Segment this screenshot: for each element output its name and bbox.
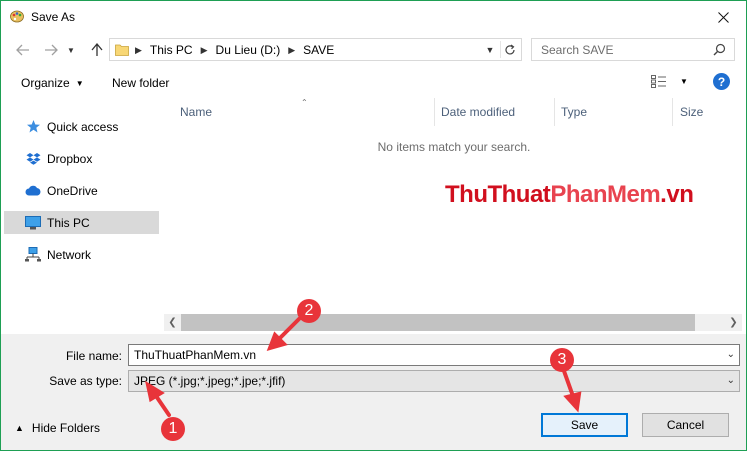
network-icon [25, 247, 41, 263]
chevron-down-icon: ▼ [680, 77, 688, 86]
filename-value: ThuThuatPhanMem.vn [134, 348, 257, 362]
up-button[interactable] [87, 41, 107, 59]
watermark-part: PhanMem [550, 181, 661, 208]
sidebar-item-quick-access[interactable]: Quick access [4, 115, 159, 138]
breadcrumb-sep[interactable]: ▶ [201, 45, 208, 56]
save-options-panel: File name: ThuThuatPhanMem.vn ⌄ Save as … [1, 334, 746, 450]
organize-label: Organize [21, 76, 70, 90]
chevron-down-icon[interactable]: ⌄ [727, 375, 735, 386]
cancel-button[interactable]: Cancel [642, 413, 729, 437]
scrollbar-thumb[interactable] [181, 314, 695, 331]
folder-icon [115, 44, 129, 56]
column-header-name[interactable]: Name [180, 98, 212, 126]
paint-palette-icon [10, 10, 24, 23]
change-view-button[interactable]: ▼ [651, 75, 688, 88]
filetype-label: Save as type: [49, 374, 122, 388]
watermark: ThuThuatPhanMem.vn [445, 181, 694, 209]
scroll-left-icon[interactable]: ❮ [164, 314, 181, 331]
breadcrumb-drive[interactable]: Du Lieu (D:) [216, 43, 281, 57]
sidebar-item-label: This PC [47, 215, 90, 230]
annotation-badge-2: 2 [297, 299, 321, 323]
sidebar-item-network[interactable]: Network [4, 243, 159, 266]
chevron-down-icon: ▼ [67, 45, 75, 55]
horizontal-scrollbar[interactable]: ❮ ❯ [164, 314, 742, 331]
close-icon [717, 11, 729, 23]
column-header-size[interactable]: Size [680, 98, 703, 126]
breadcrumb-sep[interactable]: ▶ [288, 45, 295, 56]
filename-label: File name: [65, 349, 122, 363]
column-divider[interactable] [672, 98, 673, 126]
breadcrumb-this-pc[interactable]: This PC [150, 43, 193, 57]
arrow-up-icon [91, 43, 103, 56]
dropbox-icon [25, 151, 41, 167]
sidebar-item-label: OneDrive [47, 183, 98, 198]
sidebar-item-label: Quick access [47, 119, 119, 134]
search-placeholder: Search SAVE [541, 43, 614, 57]
watermark-part: ThuThuat [445, 181, 551, 208]
breadcrumb: ▶ This PC ▶ Du Lieu (D:) ▶ SAVE [135, 43, 334, 57]
chevron-up-icon: ▲ [15, 423, 24, 433]
title-bar: Save As [1, 1, 746, 33]
close-button[interactable] [700, 1, 746, 33]
column-header-date-modified[interactable]: Date modified [441, 98, 515, 126]
column-header-type[interactable]: Type [561, 98, 587, 126]
save-as-dialog: Save As ▼ ▶ This PC ▶ Du Lieu (D:) ▶ SAV… [0, 0, 747, 451]
arrow-left-icon [16, 44, 29, 56]
organize-button[interactable]: Organize ▼ [21, 76, 84, 90]
cloud-icon [25, 183, 41, 199]
save-button[interactable]: Save [541, 413, 628, 437]
chevron-down-icon: ▼ [75, 78, 84, 88]
toolbar: Organize ▼ New folder ▼ ? [1, 69, 746, 97]
search-icon [713, 43, 726, 56]
sidebar-item-label: Network [47, 247, 92, 262]
breadcrumb-sep[interactable]: ▶ [135, 45, 142, 56]
annotation-badge-1: 1 [161, 417, 185, 441]
address-dropdown-button[interactable]: ▼ [483, 43, 497, 57]
scroll-right-icon[interactable]: ❯ [725, 314, 742, 331]
window-title: Save As [31, 10, 76, 24]
hide-folders-button[interactable]: ▲ Hide Folders [15, 421, 100, 435]
filetype-value: JPEG (*.jpg;*.jpeg;*.jpe;*.jfif) [134, 374, 286, 388]
refresh-button[interactable] [500, 41, 518, 58]
annotation-badge-3: 3 [550, 348, 574, 372]
hide-folders-label: Hide Folders [31, 421, 100, 435]
file-list: ⌃ Name Date modified Type Size No items … [164, 98, 742, 334]
column-divider[interactable] [554, 98, 555, 126]
help-icon[interactable]: ? [713, 73, 730, 90]
forward-button[interactable] [41, 41, 61, 59]
arrow-right-icon [45, 44, 58, 56]
sidebar-item-label: Dropbox [47, 151, 93, 166]
watermark-part: .vn [660, 181, 694, 208]
new-folder-button[interactable]: New folder [112, 76, 169, 90]
chevron-down-icon: ▼ [485, 45, 495, 55]
sidebar-item-dropbox[interactable]: Dropbox [4, 147, 159, 170]
details-view-icon [651, 75, 666, 88]
search-input[interactable]: Search SAVE [531, 38, 735, 61]
sidebar-item-this-pc[interactable]: This PC [4, 211, 159, 234]
chevron-down-icon[interactable]: ⌄ [727, 349, 735, 360]
empty-state-message: No items match your search. [377, 140, 531, 154]
recent-locations-button[interactable]: ▼ [65, 41, 77, 59]
refresh-icon [504, 44, 515, 54]
back-button[interactable] [13, 41, 33, 59]
column-divider[interactable] [434, 98, 435, 126]
star-icon [25, 119, 41, 135]
navigation-pane: Quick access Dropbox OneDrive This PC Ne… [1, 98, 161, 334]
sidebar-item-onedrive[interactable]: OneDrive [4, 179, 159, 202]
address-bar[interactable]: ▶ This PC ▶ Du Lieu (D:) ▶ SAVE ▼ [109, 38, 522, 61]
monitor-icon [25, 215, 41, 231]
sort-ascending-icon: ⌃ [301, 98, 308, 107]
breadcrumb-save[interactable]: SAVE [303, 43, 334, 57]
filename-field[interactable]: ThuThuatPhanMem.vn ⌄ [128, 344, 740, 366]
filetype-select[interactable]: JPEG (*.jpg;*.jpeg;*.jpe;*.jfif) ⌄ [128, 370, 740, 392]
